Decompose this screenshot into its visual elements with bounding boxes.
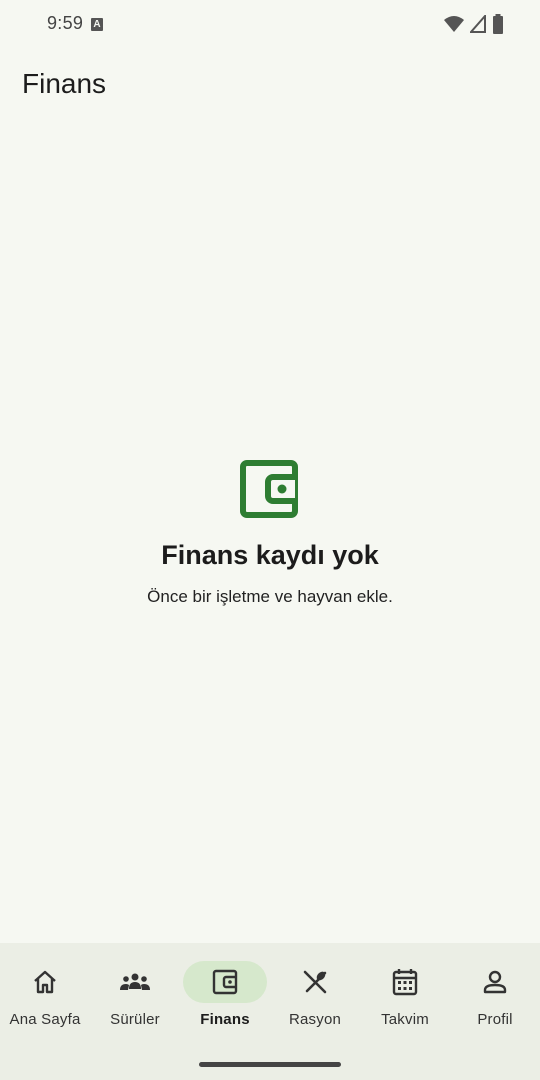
nav-label-profile: Profil	[477, 1011, 513, 1028]
text-a-icon: A	[91, 18, 103, 31]
battery-icon	[493, 14, 503, 34]
herd-icon	[120, 973, 150, 990]
empty-subtitle: Önce bir işletme ve hayvan ekle.	[147, 587, 393, 606]
nav-pill	[93, 961, 177, 1003]
nav-pill	[453, 961, 537, 1003]
status-icons	[444, 14, 504, 34]
nav-pill	[363, 961, 447, 1003]
page-title: Finans	[22, 68, 107, 99]
person-icon	[483, 970, 507, 994]
nav-label-ration: Rasyon	[288, 1011, 342, 1028]
nav-item-home[interactable]: Ana Sayfa	[0, 961, 90, 1031]
nav-label-calendar: Takvim	[381, 1011, 429, 1028]
feed-icon	[303, 970, 327, 994]
wallet-icon	[212, 969, 238, 995]
signal-icon	[470, 15, 486, 33]
nav-label-finance: Finans	[200, 1011, 250, 1028]
empty-state: Finans kaydı yok Önce bir işletme ve hay…	[0, 458, 540, 607]
nav-pill	[273, 961, 357, 1003]
nav-item-profile[interactable]: Profil	[450, 961, 540, 1031]
nav-label-home: Ana Sayfa	[9, 1011, 81, 1028]
empty-title: Finans kaydı yok	[161, 540, 379, 570]
nav-item-herds[interactable]: Sürüler	[90, 961, 180, 1031]
nav-pill	[3, 961, 87, 1003]
nav-item-finance[interactable]: Finans	[180, 961, 270, 1031]
calendar-icon	[392, 969, 418, 996]
nav-item-calendar[interactable]: Takvim	[360, 961, 450, 1031]
home-indicator[interactable]	[199, 1062, 341, 1067]
status-time: 9:59	[47, 13, 84, 33]
wifi-icon	[444, 16, 464, 32]
nav-label-herds: Sürüler	[110, 1011, 160, 1028]
bottom-navigation: Ana Sayfa Sürüler Finans Rasyon Takvim P…	[0, 943, 540, 1080]
wallet-icon	[240, 460, 298, 518]
nav-pill-active	[183, 961, 267, 1003]
screen: 9:59 A Finans Finans kaydı yok Önce bir …	[0, 0, 540, 1080]
home-icon	[34, 970, 56, 994]
nav-item-ration[interactable]: Rasyon	[270, 961, 360, 1031]
status-bar: 9:59 A	[0, 0, 540, 50]
